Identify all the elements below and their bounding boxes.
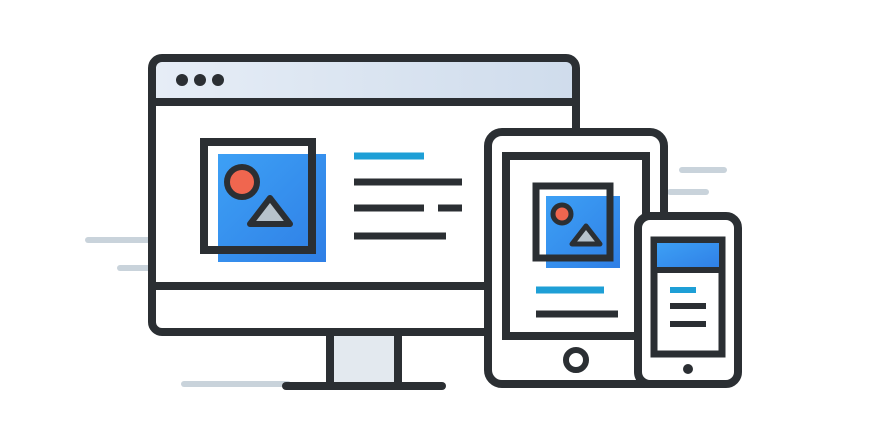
window-dot-3-icon — [212, 74, 224, 86]
smartphone — [634, 212, 742, 388]
monitor-image-placeholder-icon — [200, 138, 326, 262]
tablet-image-placeholder-icon — [532, 182, 620, 268]
window-dot-2-icon — [194, 74, 206, 86]
window-dot-1-icon — [176, 74, 188, 86]
illustration-canvas — [85, 54, 742, 390]
monitor-text-lines — [354, 152, 462, 240]
phone-header-banner — [657, 243, 719, 269]
monitor-stand-shade — [334, 336, 394, 382]
responsive-devices-illustration — [0, 0, 880, 440]
phone-home-button-icon — [683, 364, 693, 374]
